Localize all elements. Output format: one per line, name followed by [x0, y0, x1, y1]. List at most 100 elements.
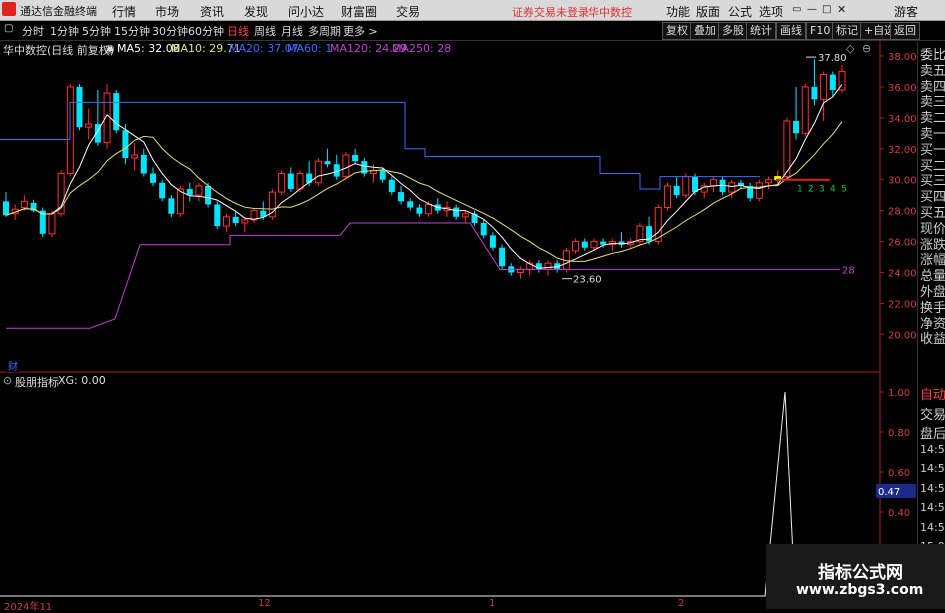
candle-body	[314, 160, 322, 184]
watermark: 指标公式网 www.zbgs3.com	[766, 544, 945, 609]
menu-discover[interactable]: 发现	[244, 3, 268, 20]
xg-signal-line	[0, 391, 880, 597]
stock-name-top: 华中数控	[588, 6, 632, 19]
indicator-tick-label: 0.60	[888, 468, 910, 479]
candle-body	[544, 262, 552, 270]
indicator-tick-label: 1.00	[888, 388, 910, 399]
side-panel-lower-item[interactable]: 14:56	[920, 462, 945, 475]
candle-body	[131, 154, 139, 159]
count-label: 5	[841, 184, 847, 194]
period-tab-60min[interactable]: 60分钟	[188, 23, 224, 39]
close-icon[interactable]: ✕	[837, 3, 846, 16]
candle-body	[581, 241, 588, 248]
menu-options[interactable]: 选项	[759, 3, 783, 20]
candle-body	[222, 216, 230, 227]
kline-chart[interactable]: 38.00 36.00 34.00 32.00 30.00 28.00 26.00 24.00…	[0, 40, 917, 609]
menu-market[interactable]: 市场	[155, 3, 179, 20]
candle-body	[3, 201, 9, 216]
candle-body	[122, 130, 129, 159]
menu-news[interactable]: 资讯	[200, 3, 224, 20]
menu-wealth[interactable]: 财富圈	[341, 3, 377, 20]
price-tick-label: 34.00	[888, 114, 917, 125]
time-label: 1	[489, 598, 496, 609]
candle-body	[425, 203, 433, 215]
price-tick-label: 26.00	[888, 238, 917, 249]
candle-body	[590, 241, 598, 249]
candle-body	[811, 86, 818, 100]
candle-body	[489, 235, 496, 248]
candle-body	[820, 74, 828, 100]
candle-body	[801, 86, 809, 134]
indicator-tick-label: 0.40	[888, 508, 910, 519]
menu-trade[interactable]: 交易	[396, 3, 420, 20]
candle-body	[306, 173, 313, 183]
overlay-button[interactable]: 叠加	[690, 22, 720, 40]
period-tab-30min[interactable]: 30分钟	[152, 23, 188, 39]
side-panel-lower-item[interactable]: 14:56	[920, 501, 945, 514]
period-tab-5min[interactable]: 5分钟	[82, 23, 111, 39]
side-panel-lower-item[interactable]: 交易	[920, 404, 945, 423]
menu-quotes[interactable]: 行情	[112, 3, 136, 20]
quote-side-panel: 委比 卖五 卖四 卖三 卖二 卖一 买一 买二 买三 买四 买五 现价 涨跌 涨幅 总量 外盘 换手 净资 收益 自…	[917, 42, 945, 609]
candle-body	[168, 198, 175, 214]
indicator-badge-label: 0.47	[878, 487, 900, 498]
count-label: 4	[830, 184, 836, 194]
adjust-button[interactable]: 复权	[662, 22, 692, 40]
period-tab-monthly[interactable]: 月线	[281, 23, 303, 39]
statistics-button[interactable]: 统计	[746, 22, 776, 40]
side-panel-lower-item[interactable]: 14:56	[920, 443, 945, 456]
expand-icon[interactable]: ▢	[4, 23, 13, 34]
minimize-icon[interactable]: —	[807, 4, 817, 15]
period-toolbar: ▢ 分时 1分钟 5分钟 15分钟 30分钟 60分钟 日线 周线 月线 多周期…	[0, 21, 945, 41]
count-label: 3	[819, 184, 825, 194]
back-button[interactable]: 返回	[890, 22, 920, 40]
period-tab-daily[interactable]: 日线	[227, 23, 249, 39]
period-tab-more[interactable]: 更多 >	[343, 23, 378, 39]
low-price-label: 23.60	[573, 275, 602, 286]
candle-body	[453, 207, 460, 217]
guest-label[interactable]: 游客	[894, 3, 918, 20]
draw-line-button[interactable]: 画线	[776, 22, 806, 40]
side-panel-lower-item[interactable]: 14:56	[920, 482, 945, 495]
time-label: 12	[258, 598, 271, 609]
candle-body	[388, 179, 395, 193]
trade-login-notice[interactable]: 证券交易未登录	[512, 4, 589, 20]
candle-body	[48, 213, 56, 235]
candle-body	[85, 123, 93, 128]
price-tick-label: 32.00	[888, 145, 917, 156]
time-label: 2	[678, 598, 685, 609]
candle-body	[324, 161, 331, 165]
menu-layout[interactable]: 版面	[696, 3, 720, 20]
count-label: 1	[797, 184, 803, 194]
menu-formula[interactable]: 公式	[728, 3, 752, 20]
indicator-tick-label: 0.80	[888, 428, 910, 439]
maximize-icon[interactable]: □	[822, 4, 831, 15]
menu-assistant[interactable]: 问小达	[288, 3, 324, 20]
multi-stock-button[interactable]: 多股	[718, 22, 748, 40]
price-tick-label: 20.00	[888, 330, 917, 341]
side-panel-lower-item[interactable]: 自动	[920, 384, 945, 403]
candle-body	[205, 185, 212, 205]
side-panel-item[interactable]: 收益	[920, 328, 945, 347]
candle-body	[140, 154, 147, 174]
mark-button[interactable]: 标记	[832, 22, 862, 40]
watermark-title: 指标公式网	[818, 563, 903, 583]
side-panel-lower-item[interactable]: 14:57	[920, 521, 945, 534]
high-price-label: 37.80	[818, 53, 847, 64]
period-tab-multi[interactable]: 多周期	[308, 23, 341, 39]
period-tab-timeshare[interactable]: 分时	[22, 23, 44, 39]
title-bar: 通达信金融终端 行情 市场 资讯 发现 问小达 财富圈 交易 证券交易未登录 华…	[0, 0, 945, 21]
period-tab-1min[interactable]: 1分钟	[50, 23, 79, 39]
minimize-button[interactable]: ▭	[792, 4, 801, 15]
period-tab-15min[interactable]: 15分钟	[114, 23, 150, 39]
candle-body	[186, 188, 193, 196]
menu-functions[interactable]: 功能	[666, 3, 690, 20]
candle-body	[572, 241, 580, 252]
candle-body	[214, 204, 221, 227]
f10-button[interactable]: F10	[806, 22, 835, 40]
indicator-settings-icon[interactable]: ⊙	[3, 374, 12, 387]
period-tab-weekly[interactable]: 周线	[254, 23, 276, 39]
side-panel-lower-item[interactable]: 盘后	[920, 423, 945, 442]
count-label: 2	[808, 184, 814, 194]
price-tick-label: 36.00	[888, 83, 917, 94]
